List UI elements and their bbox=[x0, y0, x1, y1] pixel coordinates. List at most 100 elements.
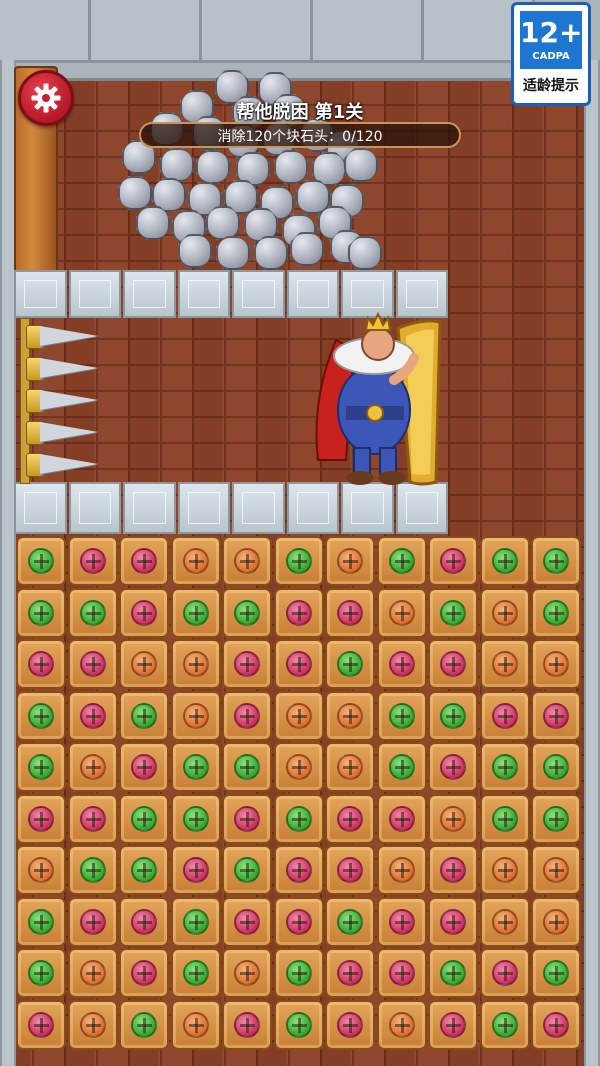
orange-screw[interactable] bbox=[337, 754, 363, 780]
pink-screw[interactable] bbox=[131, 548, 157, 574]
green-screw[interactable] bbox=[285, 1011, 312, 1038]
pink-screw[interactable] bbox=[491, 960, 518, 986]
wood-block[interactable] bbox=[428, 587, 478, 638]
green-screw[interactable] bbox=[285, 960, 312, 986]
green-screw[interactable] bbox=[182, 960, 209, 986]
orange-screw[interactable] bbox=[440, 805, 466, 832]
wood-block[interactable] bbox=[273, 948, 324, 998]
green-screw[interactable] bbox=[182, 599, 209, 626]
green-screw[interactable] bbox=[543, 548, 569, 574]
pink-screw[interactable] bbox=[285, 857, 312, 883]
wood-block[interactable] bbox=[119, 845, 169, 895]
wood-block[interactable] bbox=[273, 587, 324, 638]
green-screw[interactable] bbox=[28, 548, 54, 574]
pink-screw[interactable] bbox=[337, 599, 363, 626]
wood-block[interactable] bbox=[273, 793, 324, 844]
orange-screw[interactable] bbox=[182, 1011, 209, 1038]
wood-block[interactable] bbox=[479, 742, 530, 792]
wood-block[interactable] bbox=[16, 690, 66, 741]
green-screw[interactable] bbox=[285, 548, 312, 574]
wood-block[interactable] bbox=[170, 845, 221, 895]
wood-block[interactable] bbox=[222, 845, 272, 895]
pink-screw[interactable] bbox=[234, 805, 260, 832]
green-screw[interactable] bbox=[234, 754, 260, 780]
green-screw[interactable] bbox=[337, 651, 363, 677]
green-screw[interactable] bbox=[440, 599, 466, 626]
green-screw[interactable] bbox=[28, 960, 54, 986]
pink-screw[interactable] bbox=[79, 908, 106, 935]
wood-block[interactable] bbox=[376, 845, 427, 895]
wood-block[interactable] bbox=[170, 639, 221, 689]
wood-block[interactable] bbox=[170, 948, 221, 998]
wood-block[interactable] bbox=[376, 639, 427, 689]
orange-screw[interactable] bbox=[182, 702, 209, 729]
pink-screw[interactable] bbox=[388, 805, 415, 832]
pink-screw[interactable] bbox=[543, 1011, 569, 1038]
green-screw[interactable] bbox=[131, 805, 157, 832]
wood-block[interactable] bbox=[428, 639, 478, 689]
pink-screw[interactable] bbox=[79, 548, 106, 574]
green-screw[interactable] bbox=[491, 754, 518, 780]
wood-block[interactable] bbox=[428, 845, 478, 895]
wood-block[interactable] bbox=[479, 536, 530, 586]
green-screw[interactable] bbox=[491, 805, 518, 832]
pink-screw[interactable] bbox=[28, 651, 54, 677]
wood-block[interactable] bbox=[325, 536, 375, 586]
green-screw[interactable] bbox=[543, 805, 569, 832]
wood-block[interactable] bbox=[273, 742, 324, 792]
pink-screw[interactable] bbox=[440, 548, 466, 574]
wood-block[interactable] bbox=[16, 536, 66, 586]
green-screw[interactable] bbox=[79, 857, 106, 883]
wood-block[interactable] bbox=[428, 690, 478, 741]
green-screw[interactable] bbox=[440, 960, 466, 986]
wood-block[interactable] bbox=[67, 999, 118, 1050]
pink-screw[interactable] bbox=[234, 651, 260, 677]
wood-block[interactable] bbox=[479, 639, 530, 689]
wood-block[interactable] bbox=[119, 896, 169, 947]
wood-block[interactable] bbox=[67, 948, 118, 998]
wood-block[interactable] bbox=[376, 690, 427, 741]
orange-screw[interactable] bbox=[337, 548, 363, 574]
wood-block[interactable] bbox=[119, 690, 169, 741]
wood-block[interactable] bbox=[376, 793, 427, 844]
green-screw[interactable] bbox=[131, 1011, 157, 1038]
wood-block[interactable] bbox=[67, 742, 118, 792]
wood-block[interactable] bbox=[67, 793, 118, 844]
pink-screw[interactable] bbox=[337, 805, 363, 832]
wood-block[interactable] bbox=[531, 845, 581, 895]
wood-block[interactable] bbox=[325, 639, 375, 689]
wood-block[interactable] bbox=[531, 587, 581, 638]
wood-block[interactable] bbox=[325, 587, 375, 638]
wood-block[interactable] bbox=[222, 742, 272, 792]
wood-block[interactable] bbox=[428, 793, 478, 844]
green-screw[interactable] bbox=[234, 599, 260, 626]
green-screw[interactable] bbox=[131, 702, 157, 729]
wood-block[interactable] bbox=[222, 948, 272, 998]
wood-block[interactable] bbox=[273, 845, 324, 895]
pink-screw[interactable] bbox=[388, 960, 415, 986]
wood-block[interactable] bbox=[479, 845, 530, 895]
wood-block[interactable] bbox=[376, 587, 427, 638]
wood-block[interactable] bbox=[428, 536, 478, 586]
wood-block[interactable] bbox=[16, 999, 66, 1050]
pink-screw[interactable] bbox=[79, 805, 106, 832]
pink-screw[interactable] bbox=[131, 754, 157, 780]
wood-block[interactable] bbox=[325, 793, 375, 844]
green-screw[interactable] bbox=[543, 599, 569, 626]
wood-block[interactable] bbox=[273, 999, 324, 1050]
wood-block[interactable] bbox=[119, 536, 169, 586]
wood-block[interactable] bbox=[16, 742, 66, 792]
green-screw[interactable] bbox=[182, 754, 209, 780]
green-screw[interactable] bbox=[491, 548, 518, 574]
wood-block[interactable] bbox=[273, 536, 324, 586]
orange-screw[interactable] bbox=[79, 960, 106, 986]
green-screw[interactable] bbox=[388, 754, 415, 780]
orange-screw[interactable] bbox=[388, 1011, 415, 1038]
wood-block[interactable] bbox=[428, 896, 478, 947]
wood-block[interactable] bbox=[325, 690, 375, 741]
wood-block[interactable] bbox=[119, 742, 169, 792]
orange-screw[interactable] bbox=[182, 548, 209, 574]
wood-block[interactable] bbox=[16, 896, 66, 947]
pink-screw[interactable] bbox=[337, 1011, 363, 1038]
wood-block[interactable] bbox=[479, 948, 530, 998]
